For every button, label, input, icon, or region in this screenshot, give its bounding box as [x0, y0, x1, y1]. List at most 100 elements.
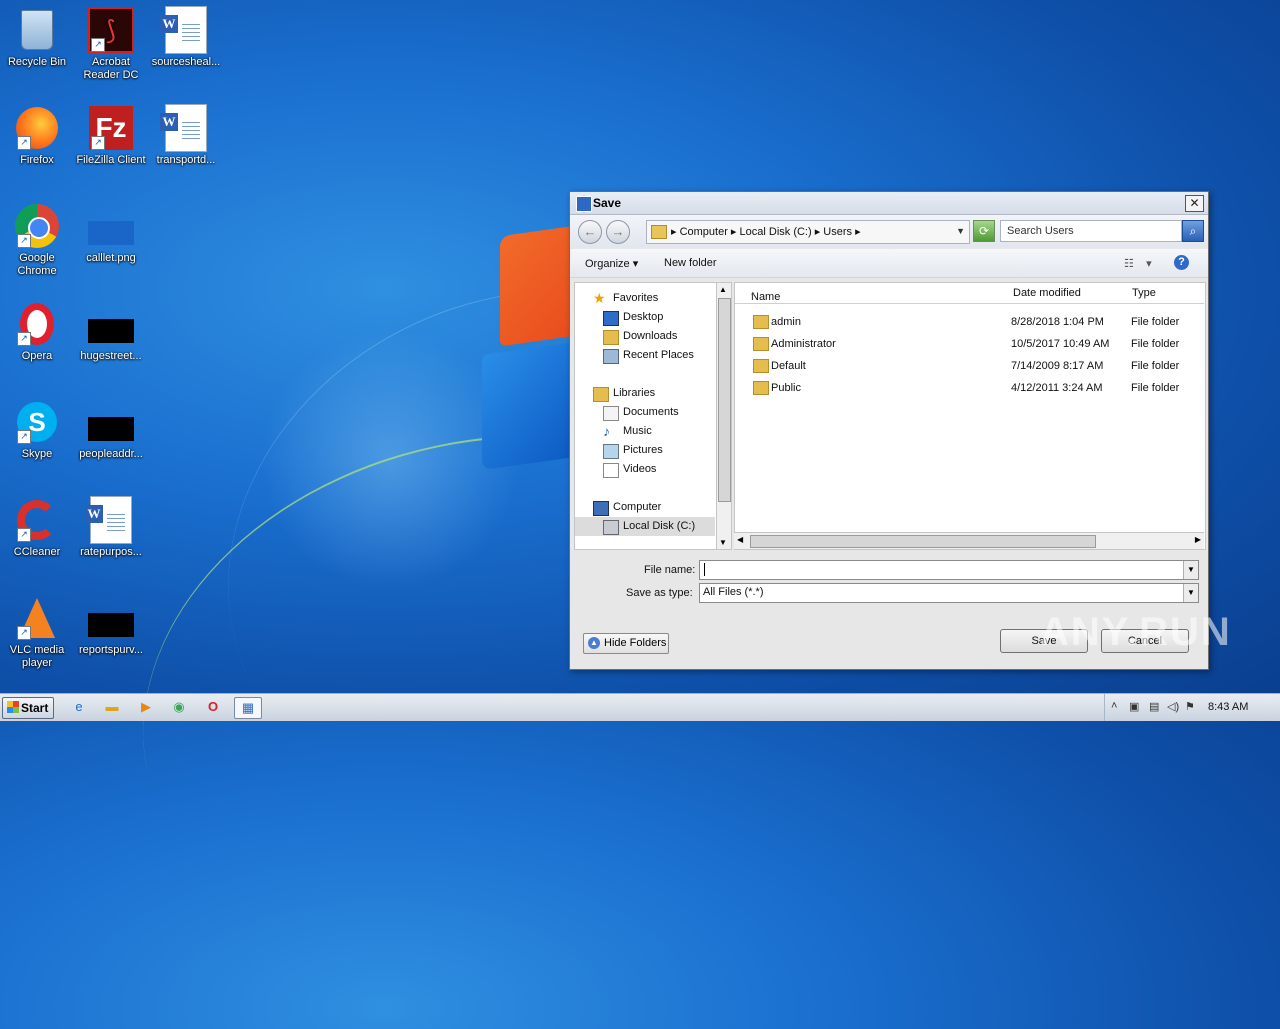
chevron-down-icon[interactable]: ▼ — [1183, 561, 1198, 579]
close-icon: ✕ — [1189, 196, 1200, 210]
navigation-scrollbar[interactable]: ▲ ▼ — [716, 282, 732, 550]
desktop-icon-chrome[interactable]: ↗ Google Chrome — [0, 202, 74, 278]
file-row[interactable]: Default 7/14/2009 8:17 AM File folder — [735, 355, 1205, 377]
media-player-icon[interactable]: ▶ — [133, 697, 159, 717]
downloads-folder-icon — [603, 330, 619, 345]
nav-documents[interactable]: Documents — [575, 403, 715, 422]
nav-recent-places[interactable]: Recent Places — [575, 346, 715, 365]
desktop-icon-skype[interactable]: S ↗ Skype — [0, 398, 74, 461]
file-list-horizontal-scrollbar[interactable]: ◀ ▶ — [734, 532, 1204, 549]
desktop-icon-label: Opera — [21, 350, 53, 362]
nav-label: Computer — [613, 501, 662, 513]
nav-libraries[interactable]: Libraries — [575, 384, 715, 403]
desktop-icon-firefox[interactable]: ↗ Firefox — [0, 104, 74, 167]
star-icon: ★ — [593, 290, 606, 306]
flag-icon[interactable]: ⚑ — [1185, 700, 1195, 713]
recent-places-icon — [603, 349, 619, 364]
file-name: Default — [771, 360, 806, 372]
scrollbar-thumb[interactable] — [718, 298, 731, 502]
column-header-date[interactable]: Date modified — [1005, 283, 1125, 304]
nav-music[interactable]: ♪ Music — [575, 422, 715, 441]
nav-videos[interactable]: Videos — [575, 460, 715, 479]
column-header-type[interactable]: Type — [1124, 283, 1204, 304]
nav-label: Libraries — [613, 387, 656, 399]
save-as-type-select[interactable]: All Files (*.*) ▼ — [699, 583, 1199, 603]
chrome-taskbar-icon[interactable]: ◉ — [166, 697, 192, 717]
column-label: Date modified — [1013, 287, 1081, 299]
scroll-right-icon[interactable]: ▶ — [1195, 535, 1201, 544]
save-dialog-taskbar-button[interactable]: ▦ — [234, 697, 262, 719]
hide-folders-button[interactable]: ▲ Hide Folders — [583, 633, 669, 654]
libraries-icon — [593, 387, 609, 402]
back-button[interactable]: ← — [578, 220, 602, 244]
nav-pictures[interactable]: Pictures — [575, 441, 715, 460]
internet-explorer-icon[interactable]: e — [66, 697, 92, 717]
desktop-icon — [603, 311, 619, 326]
search-input[interactable]: Search Users — [1000, 220, 1182, 242]
file-row[interactable]: Public 4/12/2011 3:24 AM File folder — [735, 377, 1205, 399]
dialog-titlebar[interactable]: Save ✕ — [570, 192, 1208, 215]
desktop-icon-file[interactable]: reportspurv... — [74, 594, 148, 657]
command-toolbar: Organize ▾ New folder ☷ ▾ ? — [570, 249, 1208, 278]
scrollbar-thumb[interactable] — [750, 535, 1096, 548]
scroll-down-icon[interactable]: ▼ — [719, 538, 727, 547]
desktop-icon-word-doc[interactable]: sourceshеal... — [149, 6, 223, 69]
desktop-icon-word-doc[interactable]: transportd... — [149, 104, 223, 167]
image-thumbnail-icon — [87, 202, 135, 250]
show-hidden-icons-icon[interactable]: ˄ — [1111, 700, 1117, 712]
desktop-icon-filezilla[interactable]: Fz ↗ FileZilla Client — [74, 104, 148, 167]
refresh-icon: ⟳ — [978, 224, 990, 238]
network-icon[interactable]: ▤ — [1149, 700, 1159, 713]
search-button[interactable]: ⌕ — [1182, 220, 1204, 242]
file-name-field[interactable]: ▼ — [699, 560, 1199, 580]
file-row[interactable]: admin 8/28/2018 1:04 PM File folder — [735, 311, 1205, 333]
nav-desktop[interactable]: Desktop — [575, 308, 715, 327]
folder-icon — [753, 381, 769, 395]
new-folder-button[interactable]: New folder — [664, 257, 717, 269]
chevron-down-icon[interactable]: ▼ — [1183, 584, 1198, 602]
organize-button[interactable]: Organize ▾ — [585, 257, 638, 270]
nav-favorites[interactable]: ★ Favorites — [575, 289, 715, 308]
file-row[interactable]: Administrator 10/5/2017 10:49 AM File fo… — [735, 333, 1205, 355]
desktop-icon-opera[interactable]: ↗ Opera — [0, 300, 74, 363]
file-date: 7/14/2009 8:17 AM — [1011, 360, 1104, 372]
close-button[interactable]: ✕ — [1185, 195, 1204, 212]
breadcrumb-users[interactable]: Users — [823, 226, 852, 238]
refresh-button[interactable]: ⟳ — [973, 220, 995, 242]
clock[interactable]: 8:43 AM — [1208, 701, 1248, 713]
system-tray: ˄ ▣ ▤ ◁) ⚑ — [1104, 694, 1280, 721]
desktop-icon-png-file[interactable]: calllet.png — [74, 202, 148, 265]
forward-button[interactable]: → — [606, 220, 630, 244]
volume-icon[interactable]: ◁) — [1167, 700, 1179, 713]
opera-taskbar-icon[interactable]: O — [200, 697, 226, 717]
views-button[interactable]: ☷ ▾ — [1124, 257, 1152, 270]
scroll-up-icon[interactable]: ▲ — [719, 285, 727, 294]
column-header-name[interactable]: Name ^ — [735, 283, 1006, 304]
desktop-icon-file[interactable]: peopleaddr... — [74, 398, 148, 461]
nav-computer[interactable]: Computer — [575, 498, 715, 517]
breadcrumb-local-disk[interactable]: Local Disk (C:) — [740, 226, 812, 238]
desktop-icon-file[interactable]: hugestreet... — [74, 300, 148, 363]
nav-local-disk[interactable]: Local Disk (C:) — [575, 517, 715, 536]
desktop-icon-acrobat[interactable]: ⟆ ↗ Acrobat Reader DC — [74, 6, 148, 82]
desktop-icon-recycle-bin[interactable]: Recycle Bin — [0, 6, 74, 69]
address-bar[interactable]: ▸ Computer ▸ Local Disk (C:) ▸ Users ▸ ▼ — [646, 220, 970, 244]
address-dropdown-icon[interactable]: ▼ — [956, 226, 965, 236]
nav-downloads[interactable]: Downloads — [575, 327, 715, 346]
file-type: File folder — [1131, 382, 1180, 394]
breadcrumb-computer[interactable]: Computer — [680, 226, 728, 238]
music-note-icon: ♪ — [603, 423, 610, 439]
file-explorer-icon[interactable]: ▬ — [99, 697, 125, 717]
black-thumbnail-icon — [87, 398, 135, 446]
desktop-icon-label: Skype — [21, 448, 53, 460]
scroll-left-icon[interactable]: ◀ — [737, 535, 743, 544]
filezilla-icon: Fz ↗ — [87, 104, 135, 152]
start-button[interactable]: Start — [2, 697, 54, 719]
desktop-icon-vlc[interactable]: ↗ VLC media player — [0, 594, 74, 670]
help-button[interactable]: ? — [1174, 255, 1189, 270]
desktop-icon-label: FileZilla Client — [76, 154, 146, 166]
desktop-icon-word-doc[interactable]: ratepurpos... — [74, 496, 148, 559]
recycle-bin-icon — [13, 6, 61, 54]
action-center-icon[interactable]: ▣ — [1129, 700, 1139, 713]
desktop-icon-ccleaner[interactable]: ↗ CCleaner — [0, 496, 74, 559]
